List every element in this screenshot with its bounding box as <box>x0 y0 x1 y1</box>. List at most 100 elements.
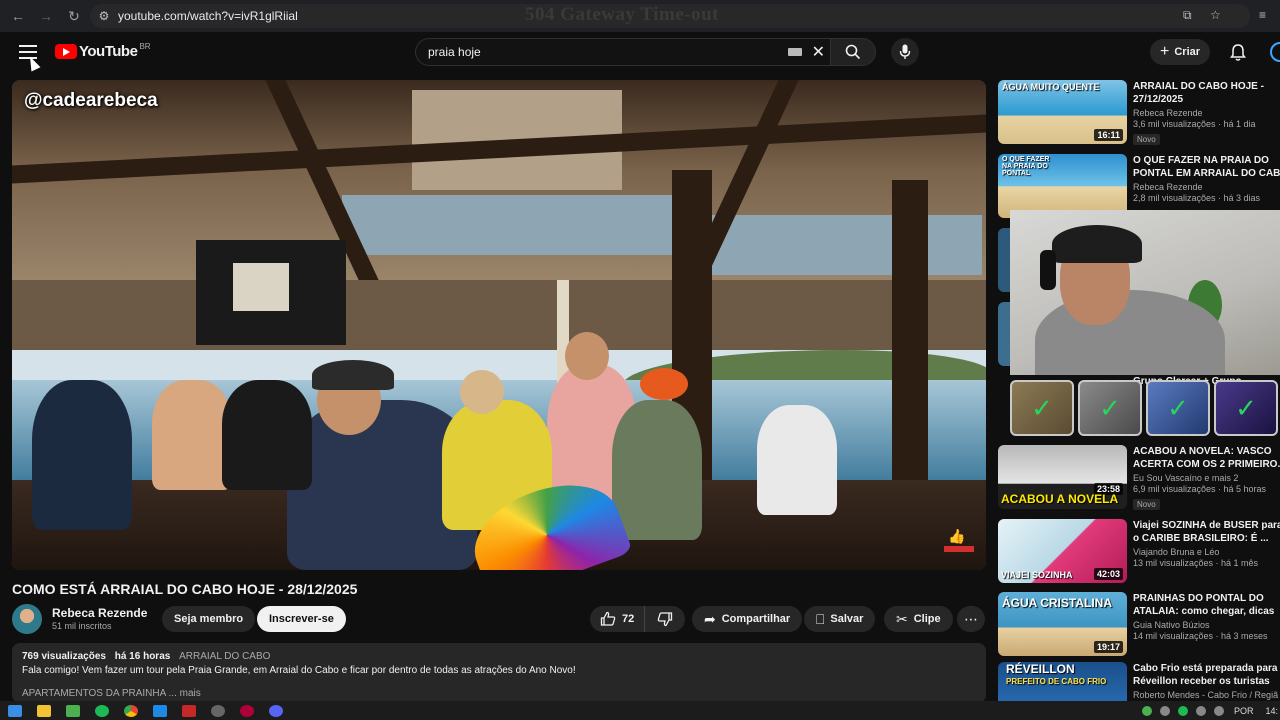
start-icon[interactable] <box>8 704 22 717</box>
search-button[interactable] <box>830 38 876 66</box>
spotify-icon[interactable] <box>95 704 109 717</box>
join-button[interactable]: Seja membro <box>162 606 256 632</box>
description-box[interactable]: 769 visualizações há 16 horas ARRAIAL DO… <box>12 643 986 703</box>
chrome-icon[interactable] <box>124 704 138 717</box>
recommendation-meta: 13 mil visualizações · há 1 mês <box>1133 558 1259 568</box>
dislike-button[interactable] <box>645 606 685 632</box>
install-icon[interactable]: ⧉ <box>1183 8 1192 23</box>
recommendation-item[interactable]: 23:58 ACABOU A NOVELA ACABOU A NOVELA: V… <box>998 445 1280 511</box>
recommendation-info: Viajei SOZINHA de BUSER para o CARIBE BR… <box>1133 519 1280 568</box>
recommendation-title-line2[interactable]: ACERTA COM OS 2 PRIMEIRO. <box>1133 458 1280 471</box>
thumbnail-overlay-text: RÉVEILLON <box>1006 662 1075 676</box>
recommendation-title-line2[interactable]: Réveillon receber os turistas <box>1133 675 1280 688</box>
recommendation-channel[interactable]: Viajando Bruna e Léo <box>1133 547 1280 557</box>
account-avatar[interactable] <box>1270 42 1280 62</box>
back-icon[interactable]: ← <box>4 2 32 30</box>
recommendation-item[interactable]: RÉVEILLON PREFEITO DE CABO FRIO Cabo Fri… <box>998 662 1280 701</box>
app-icon[interactable] <box>211 704 225 717</box>
tray-icon[interactable] <box>1141 705 1152 716</box>
recommendation-title[interactable]: Cabo Frio está preparada para <box>1133 662 1280 675</box>
description-more[interactable]: APARTAMENTOS DA PRAINHA ... mais <box>22 688 976 699</box>
site-settings-icon[interactable]: ⚙ <box>90 9 118 23</box>
recommendation-title-line2[interactable]: PONTAL EM ARRAIAL DO CAB <box>1133 167 1280 180</box>
video-player[interactable]: @cadearebeca 👍 <box>12 80 986 570</box>
forward-icon[interactable]: → <box>32 2 60 30</box>
app-icon[interactable] <box>240 704 254 717</box>
recommendation-title-line2[interactable]: o CARIBE BRASILEIRO: É ... <box>1133 532 1280 545</box>
browser-toolbar: ← → ↻ ⚙ youtube.com/watch?v=ivR1glRiial … <box>0 0 1280 32</box>
recommendation-channel[interactable]: Guia Nativo Búzios <box>1133 620 1280 630</box>
youtube-logo[interactable]: YouTube BR <box>55 42 151 60</box>
thumbnail-overlay-subtext: PREFEITO DE CABO FRIO <box>1006 677 1107 686</box>
recommendation-title[interactable]: PRAINHAS DO PONTAL DO <box>1133 592 1280 605</box>
recommendation-thumbnail[interactable]: 23:58 ACABOU A NOVELA <box>998 445 1127 509</box>
recommendation-channel[interactable]: Eu Sou Vascaíno e mais 2 <box>1133 473 1280 483</box>
recommendation-channel[interactable]: Rebeca Rezende <box>1133 182 1280 192</box>
recommendation-item[interactable]: ÁGUA MUITO QUENTE 16:11 ARRAIAL DO CABO … <box>998 80 1280 146</box>
save-button[interactable]: ⎕ Salvar <box>804 606 876 632</box>
video-person <box>222 380 312 490</box>
recommendation-thumbnail[interactable]: RÉVEILLON PREFEITO DE CABO FRIO <box>998 662 1127 701</box>
recommendation-thumbnail[interactable]: VIAJEI SOZINHA 42:03 <box>998 519 1127 583</box>
search-input[interactable]: praia hoje ✕ <box>415 38 835 66</box>
subscribe-button[interactable]: Inscrever-se <box>257 606 346 632</box>
recommendation-channel[interactable]: Rebeca Rezende <box>1133 108 1280 118</box>
notifications-bell-icon[interactable] <box>1228 42 1248 62</box>
description-tag[interactable]: ARRAIAL DO CABO <box>179 651 270 662</box>
more-actions-icon[interactable]: ⋯ <box>957 606 985 632</box>
bookmark-star-icon[interactable]: ☆ <box>1210 8 1221 22</box>
xbox-icon[interactable] <box>66 704 80 717</box>
address-bar[interactable]: ⚙ youtube.com/watch?v=ivR1glRiial 504 Ga… <box>90 4 1250 28</box>
recommendation-thumbnail[interactable]: O QUE FAZER NA PRAIA DO PONTAL <box>998 154 1127 218</box>
recommendation-title[interactable]: O QUE FAZER NA PRAIA DO <box>1133 154 1280 167</box>
file-explorer-icon[interactable] <box>37 704 51 717</box>
language-indicator[interactable]: POR <box>1234 706 1254 716</box>
app-icon[interactable] <box>153 704 167 717</box>
share-label: Compartilhar <box>721 613 791 625</box>
recommendation-title-line2[interactable]: 27/12/2025 <box>1133 93 1280 106</box>
webcam-overlay <box>1010 210 1280 375</box>
share-button[interactable]: ➦ Compartilhar <box>692 606 803 632</box>
webcam-headset <box>1040 250 1056 290</box>
thumbnail-overlay-text: O QUE FAZER NA PRAIA DO PONTAL <box>1002 156 1050 177</box>
reload-icon[interactable]: ↻ <box>60 2 88 30</box>
recommendation-item[interactable]: ÁGUA CRISTALINA 19:17 PRAINHAS DO PONTAL… <box>998 592 1280 658</box>
clear-search-icon[interactable]: ✕ <box>812 42 825 62</box>
thumbnail-overlay-text: ÁGUA MUITO QUENTE <box>1002 82 1100 92</box>
wifi-icon[interactable] <box>1195 705 1206 716</box>
recommendation-info: Cabo Frio está preparada para Réveillon … <box>1133 662 1280 700</box>
recommendation-item[interactable]: VIAJEI SOZINHA 42:03 Viajei SOZINHA de B… <box>998 519 1280 585</box>
tray-icon[interactable] <box>1177 705 1188 716</box>
like-button[interactable]: 72 <box>590 606 646 632</box>
keyboard-icon[interactable] <box>787 48 802 56</box>
video-duration: 16:11 <box>1094 129 1123 141</box>
recommendation-title[interactable]: ACABOU A NOVELA: VASCO <box>1133 445 1280 458</box>
overlay-subscribe-tag <box>944 546 974 552</box>
video-person-head <box>460 370 504 414</box>
recommendation-meta: 14 mil visualizações · há 3 meses <box>1133 631 1268 641</box>
video-duration: 19:17 <box>1093 641 1123 653</box>
address-url[interactable]: youtube.com/watch?v=ivR1glRiial <box>118 9 298 23</box>
video-person <box>757 405 837 515</box>
volume-icon[interactable] <box>1213 705 1224 716</box>
clip-button[interactable]: ✂ Clipe <box>884 606 953 632</box>
create-button[interactable]: + Criar <box>1150 39 1211 65</box>
recommendation-thumbnail[interactable]: ÁGUA MUITO QUENTE 16:11 <box>998 80 1127 144</box>
recommendation-title[interactable]: Viajei SOZINHA de BUSER para <box>1133 519 1280 532</box>
new-badge: Novo <box>1133 499 1160 510</box>
tray-icon[interactable] <box>1159 705 1170 716</box>
app-icon[interactable] <box>182 704 196 717</box>
clock[interactable]: 14: <box>1265 706 1278 716</box>
recommendation-title-line2[interactable]: ATALAIA: como chegar, dicas <box>1133 605 1280 618</box>
recommendation-thumbnail[interactable]: ÁGUA CRISTALINA 19:17 <box>998 592 1127 656</box>
channel-name[interactable]: Rebeca Rezende <box>52 606 147 620</box>
voice-search-button[interactable] <box>891 38 919 66</box>
discord-icon[interactable] <box>269 704 283 717</box>
channel-avatar[interactable] <box>12 604 42 634</box>
reading-list-icon[interactable]: ≡ <box>1259 8 1266 22</box>
recommendation-channel[interactable]: Roberto Mendes - Cabo Frio / Regiã <box>1133 690 1280 700</box>
search-query[interactable]: praia hoje <box>428 45 788 59</box>
recommendation-title[interactable]: ARRAIAL DO CABO HOJE - <box>1133 80 1280 93</box>
video-person-cap <box>312 360 394 390</box>
join-label: Seja membro <box>174 613 244 625</box>
